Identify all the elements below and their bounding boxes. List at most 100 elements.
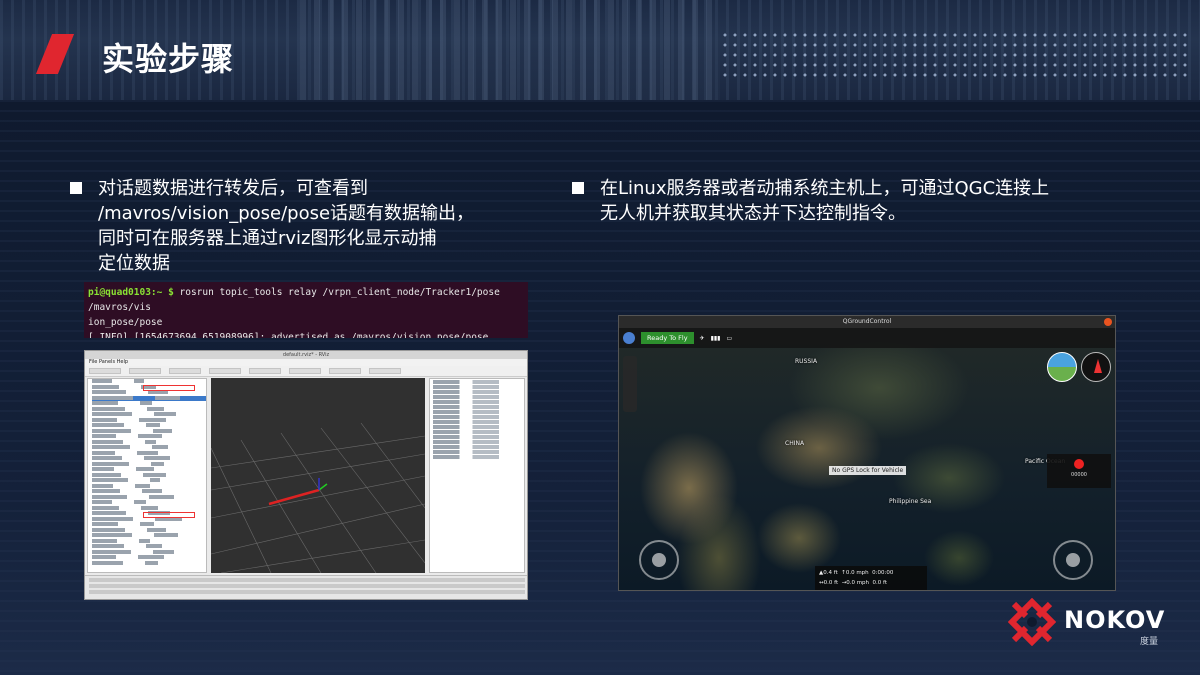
rviz-property-row [92, 560, 206, 566]
rviz-view-row [433, 400, 521, 404]
rviz-property-row [92, 412, 206, 417]
rviz-property-row [92, 500, 206, 505]
window-close-icon [1104, 318, 1112, 326]
rviz-property-row [92, 406, 206, 412]
rviz-view-row [433, 405, 521, 409]
brand-name: NOKOV [1064, 606, 1166, 634]
plane-icon: ✈ [699, 334, 705, 342]
signal-icon: ▮▮▮ [710, 334, 721, 342]
rviz-property-row [92, 401, 206, 406]
rviz-view-row [433, 390, 521, 394]
rviz-property-row [92, 423, 206, 428]
rviz-property-row [92, 544, 206, 549]
bullet-qgc-description: 在Linux服务器或者动捕系统主机上，可通过QGC连接上 无人机并获取其状态并下… [572, 176, 1160, 226]
rviz-highlight-pose-topic [143, 512, 195, 518]
qgc-flight-status: Ready To Fly [641, 332, 694, 344]
rviz-view-row [433, 380, 521, 384]
bullet-square-icon [70, 182, 82, 194]
rviz-property-row [92, 428, 206, 434]
terminal-output: [ INFO] [1654673694.651908996]: advertis… [88, 332, 489, 338]
rviz-window-title: default.rviz* - RViz [85, 351, 527, 359]
rviz-view-row [433, 440, 521, 444]
rviz-time-panel [85, 575, 527, 599]
bullet-line: 对话题数据进行转发后，可查看到 [98, 178, 368, 199]
terminal-prompt: pi@quad0103:~ $ [88, 287, 174, 298]
rviz-property-row [92, 417, 206, 423]
map-label-philippine-sea: Philippine Sea [889, 498, 932, 505]
rviz-view-row [433, 425, 521, 429]
brand-subtitle: 度量 [1140, 637, 1159, 647]
rviz-view-row [433, 395, 521, 399]
slide-title: 实验步骤 [102, 40, 235, 78]
rviz-3d-view [211, 378, 425, 573]
rviz-view-row [433, 385, 521, 389]
bullet-square-icon [572, 182, 584, 194]
title-accent-slash [35, 34, 75, 74]
qgc-toolbar: Ready To Fly ✈ ▮▮▮ ▭ [619, 328, 1115, 348]
header-skyline-decoration [300, 0, 720, 100]
terminal-screenshot: pi@quad0103:~ $ rosrun topic_tools relay… [84, 282, 528, 338]
rviz-property-row [92, 395, 206, 401]
qgc-window-title: QGroundControl [619, 316, 1115, 328]
map-label-russia: RUSSIA [795, 358, 818, 365]
right-virtual-joystick [1053, 540, 1093, 580]
rviz-property-row [92, 478, 206, 483]
rviz-property-row [92, 472, 206, 478]
rviz-property-row [92, 450, 206, 456]
rviz-view-row [433, 435, 521, 439]
rviz-property-row [92, 461, 206, 467]
rviz-property-row [92, 483, 206, 489]
rviz-menu-bar: File Panels Help [85, 359, 527, 366]
rviz-property-row [92, 494, 206, 500]
rviz-property-row [92, 445, 206, 450]
bullet-rviz-description: 对话题数据进行转发后，可查看到 /mavros/vision_pose/pose… [70, 176, 558, 276]
header-dot-grid-decoration [720, 30, 1190, 80]
bullet-line: 同时可在服务器上通过rviz图形化显示动捕 [98, 228, 437, 249]
terminal-command-wrap: ion_pose/pose [88, 317, 163, 328]
rviz-property-row [92, 555, 206, 560]
qgc-video-record: 00000 [1047, 454, 1111, 488]
qgc-tool-strip [623, 356, 637, 412]
rviz-grid [211, 422, 425, 573]
compass-icon [1081, 352, 1111, 382]
rviz-toolbar [85, 366, 527, 377]
qgc-logo-icon [623, 332, 635, 344]
rviz-view-row [433, 410, 521, 414]
bullet-line: 定位数据 [98, 253, 170, 274]
qgc-telemetry-panel: ▲0.4 ft ↑0.0 mph 0:00:00 ↔0.0 ft →0.0 mp… [815, 566, 927, 590]
bullet-line: /mavros/vision_pose/pose话题有数据输出， [98, 203, 475, 224]
rviz-property-row [92, 533, 206, 538]
left-virtual-joystick [639, 540, 679, 580]
rviz-displays-panel [87, 378, 207, 573]
bullet-line: 在Linux服务器或者动捕系统主机上，可通过QGC连接上 [600, 178, 1050, 199]
rviz-view-row [433, 450, 521, 454]
attitude-indicator-icon [1047, 352, 1077, 382]
rviz-property-row [92, 527, 206, 533]
map-label-china: CHINA [785, 440, 805, 447]
rviz-screenshot: default.rviz* - RViz File Panels Help [84, 350, 528, 600]
qgc-record-time: 00000 [1071, 472, 1087, 478]
rviz-property-row [92, 549, 206, 555]
rviz-property-row [92, 456, 206, 461]
rviz-property-row [92, 522, 206, 527]
rviz-property-row [92, 439, 206, 445]
rviz-property-row [92, 467, 206, 472]
rviz-view-row [433, 420, 521, 424]
nokov-logo-icon [1008, 598, 1056, 646]
bullet-line: 无人机并获取其状态并下达控制指令。 [600, 203, 906, 224]
rviz-view-row [433, 455, 521, 459]
rviz-highlight-fixed-frame [143, 385, 195, 391]
rviz-property-row [92, 538, 206, 544]
record-icon [1074, 459, 1084, 469]
qgc-gps-warning: No GPS Lock for Vehicle [829, 466, 907, 475]
rviz-property-row [92, 434, 206, 439]
header-banner: 实验步骤 [0, 0, 1200, 100]
rviz-view-row [433, 445, 521, 449]
battery-icon: ▭ [726, 334, 733, 342]
rviz-view-row [433, 415, 521, 419]
rviz-property-row [92, 489, 206, 494]
rviz-views-panel [429, 378, 525, 573]
rviz-property-row [92, 505, 206, 511]
rviz-property-row [92, 379, 206, 384]
rviz-view-row [433, 430, 521, 434]
